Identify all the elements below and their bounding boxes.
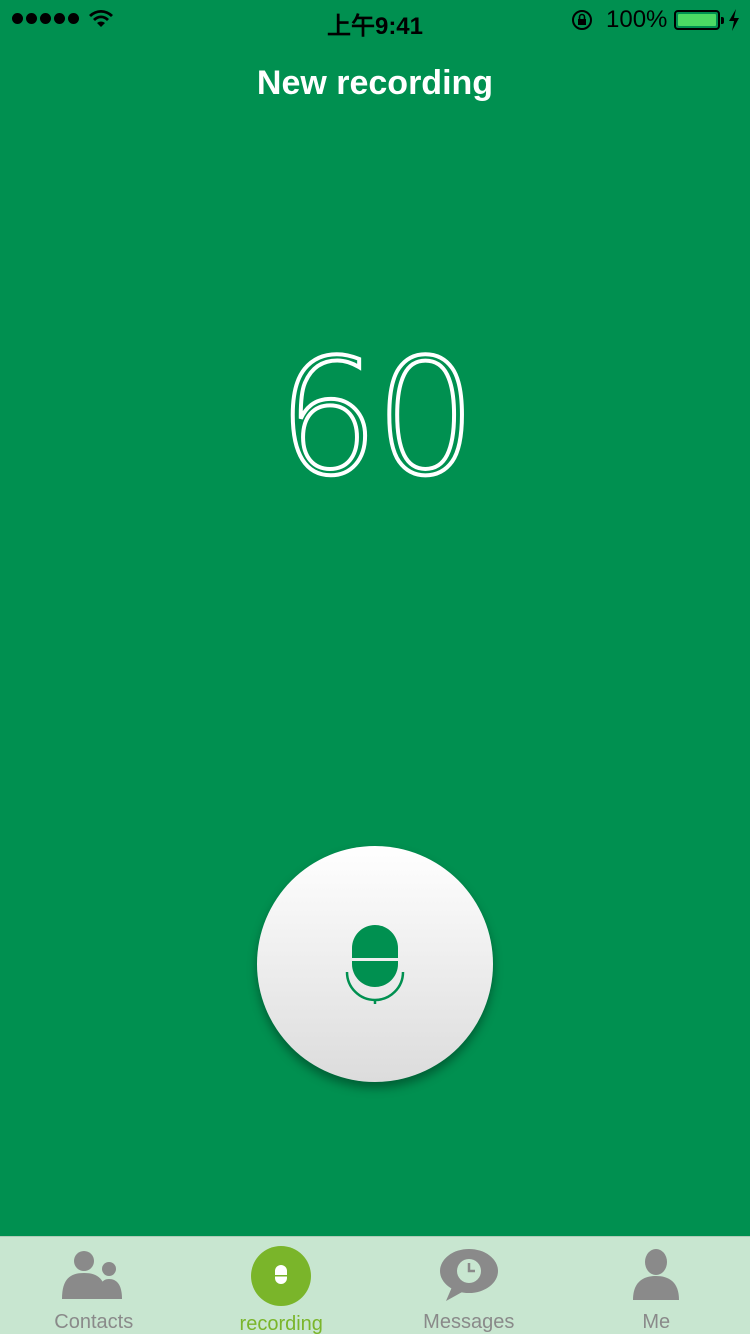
tab-me[interactable]: Me [563,1237,750,1334]
tab-label: Messages [423,1311,515,1333]
tab-bar: Contacts recording Messages Me [0,1236,750,1334]
countdown-timer: 60 [275,324,479,511]
person-icon [633,1249,680,1300]
tab-recording[interactable]: recording [188,1237,376,1334]
tab-label: Me [642,1311,671,1333]
page-title: New recording [256,64,494,102]
battery-percent: 100% [606,6,668,33]
microphone-icon [251,1246,312,1306]
contacts-icon [61,1251,122,1299]
battery-icon [674,10,724,30]
message-clock-icon [439,1249,498,1301]
tab-messages[interactable]: Messages [375,1237,563,1334]
charging-icon [729,9,739,31]
tab-label: Contacts [54,1311,134,1333]
microphone-icon [345,925,405,1004]
tab-label: recording [239,1313,323,1334]
status-bar: 上午9:41 100% [0,0,750,40]
tab-contacts[interactable]: Contacts [0,1237,188,1334]
rotation-lock-icon [572,10,592,30]
record-button[interactable] [257,846,493,1082]
